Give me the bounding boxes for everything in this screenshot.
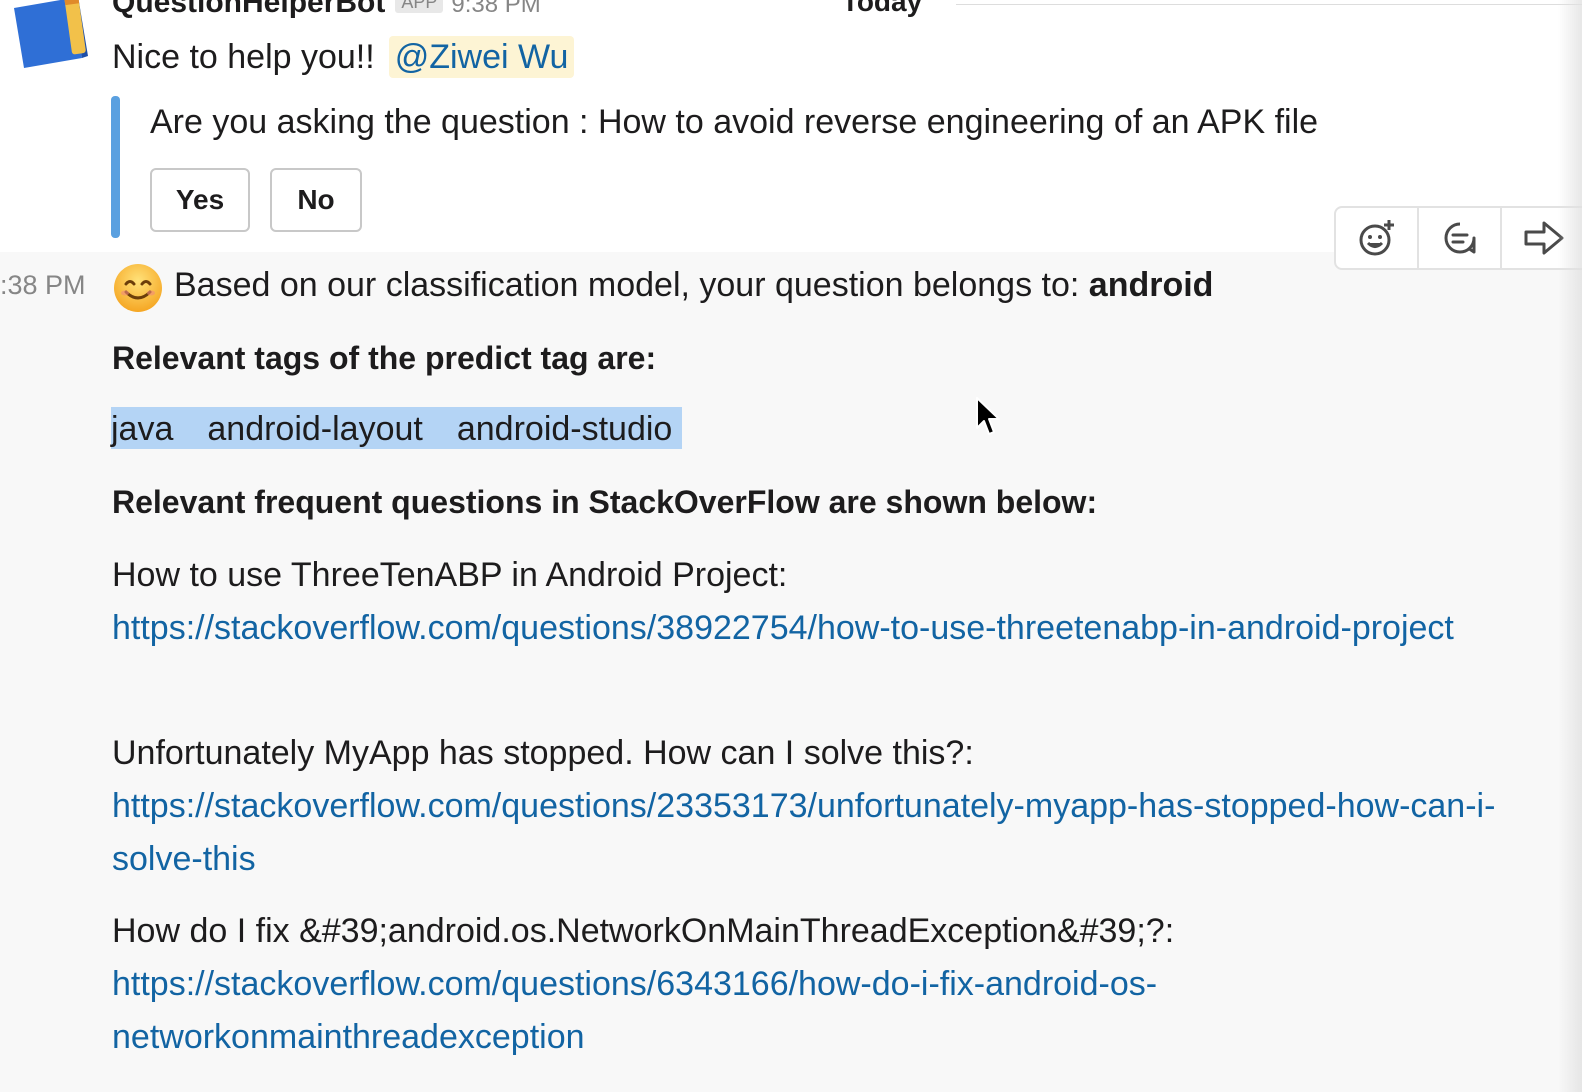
- questions-heading: Relevant frequent questions in StackOver…: [112, 484, 1098, 520]
- reply-thread-button[interactable]: [1419, 208, 1502, 268]
- message-time-hover[interactable]: :38 PM: [0, 270, 86, 301]
- message-header: QuestionHelperBot APP 9:38 PM: [112, 0, 541, 20]
- tag-item: android-layout: [207, 410, 423, 448]
- tags-heading: Relevant tags of the predict tag are:: [112, 340, 657, 376]
- reply-thread-icon: [1444, 222, 1475, 254]
- tag-item: android-studio: [456, 410, 673, 448]
- tag-list: java android-layout android-studio: [111, 407, 683, 449]
- question-title: How do I fix &#39;android.os.NetworkOnMa…: [112, 912, 1175, 950]
- add-reaction-button[interactable]: [1336, 208, 1419, 268]
- attachment-text: Are you asking the question : How to avo…: [150, 103, 1319, 141]
- question-link[interactable]: https://stackoverflow.com/questions/3892…: [112, 602, 1542, 655]
- question-title: Unfortunately MyApp has stopped. How can…: [112, 734, 974, 772]
- add-reaction-icon: [1359, 220, 1394, 256]
- edge-shadow: [1558, 0, 1582, 1092]
- smile-emoji-icon: [112, 262, 164, 314]
- message-text: Nice to help you!! @Ziwei Wu: [112, 36, 575, 78]
- greeting-text: Nice to help you!!: [112, 38, 375, 76]
- tag-item: java: [111, 410, 174, 448]
- message-time[interactable]: 9:38 PM: [451, 0, 540, 18]
- question-title: How to use ThreeTenABP in Android Projec…: [112, 556, 788, 594]
- sender-name[interactable]: QuestionHelperBot: [112, 0, 385, 19]
- question-link[interactable]: https://stackoverflow.com/questions/6343…: [112, 958, 1542, 1064]
- date-divider-label: Today: [808, 0, 956, 18]
- predicted-tag: android: [1088, 266, 1214, 304]
- user-mention[interactable]: @Ziwei Wu: [388, 36, 575, 78]
- attachment-bar: [111, 96, 120, 238]
- classification-intro: Based on our classification model, your …: [174, 266, 1080, 304]
- app-badge: APP: [395, 0, 444, 13]
- classification-text: Based on our classification model, your …: [174, 266, 1213, 305]
- message-actions-toolbar: [1334, 206, 1582, 270]
- no-button[interactable]: No: [270, 168, 362, 232]
- yes-button[interactable]: Yes: [150, 168, 250, 232]
- bot-avatar-notebook-icon[interactable]: [8, 0, 92, 70]
- question-link[interactable]: https://stackoverflow.com/questions/2335…: [112, 780, 1542, 886]
- mouse-cursor-icon: [975, 396, 1003, 438]
